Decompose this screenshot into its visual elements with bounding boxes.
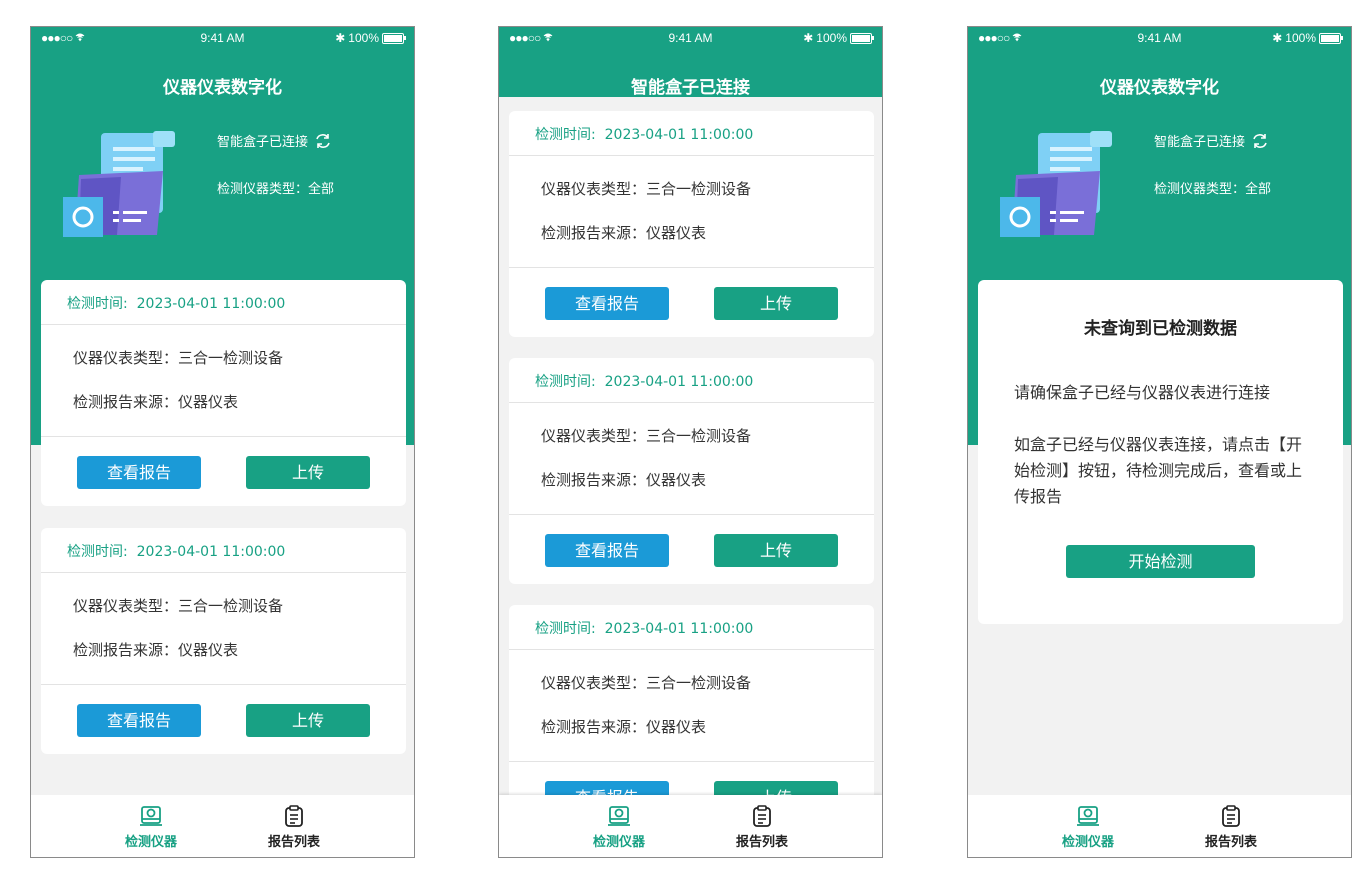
record-card: 检测时间: 2023-04-01 11:00:00 仪器仪表类型：三合一检测设备… (41, 528, 406, 754)
record-actions: 查看报告 上传 (41, 437, 406, 506)
page-title: 仪器仪表数字化 (1100, 78, 1219, 98)
battery-indicator: ✱ 100% (335, 31, 406, 45)
bluetooth-icon: ✱ (803, 31, 814, 45)
tab-reports[interactable]: 报告列表 (722, 805, 802, 850)
bluetooth-icon: ✱ (335, 31, 346, 45)
record-type: 仪器仪表类型：三合一检测设备 (73, 597, 284, 615)
record-type: 仪器仪表类型：三合一检测设备 (541, 674, 752, 692)
record-type: 仪器仪表类型：三合一检测设备 (541, 180, 752, 198)
start-detection-button[interactable]: 开始检测 (1066, 545, 1255, 578)
record-source: 检测报告来源：仪器仪表 (73, 641, 239, 659)
view-report-button[interactable]: 查看报告 (545, 534, 669, 567)
tab-bar: 检测仪器 报告列表 (31, 795, 414, 857)
upload-button[interactable]: 上传 (246, 704, 370, 737)
report-illustration-icon (63, 131, 175, 237)
connection-status: 智能盒子已连接 (217, 131, 332, 150)
refresh-icon[interactable] (1251, 133, 1269, 149)
instrument-icon (140, 806, 162, 826)
record-card: 检测时间: 2023-04-01 11:00:00 仪器仪表类型：三合一检测设备… (41, 280, 406, 506)
record-info: 仪器仪表类型：三合一检测设备 检测报告来源：仪器仪表 (509, 156, 874, 268)
clipboard-icon (753, 805, 771, 827)
record-info: 仪器仪表类型：三合一检测设备 检测报告来源：仪器仪表 (509, 650, 874, 762)
record-source: 检测报告来源：仪器仪表 (541, 224, 707, 242)
tab-instruments[interactable]: 检测仪器 (111, 805, 191, 850)
connection-status: 智能盒子已连接 (1154, 131, 1269, 150)
status-bar: ●●●○○ 9:41 AM ✱ 100% (31, 27, 414, 49)
empty-state-title: 未查询到已检测数据 (1084, 319, 1237, 339)
page-title: 仪器仪表数字化 (163, 78, 282, 98)
battery-indicator: ✱ 100% (803, 31, 874, 45)
instrument-type-filter[interactable]: 检测仪器类型：全部 (217, 178, 334, 197)
record-info: 仪器仪表类型：三合一检测设备 检测报告来源：仪器仪表 (41, 325, 406, 437)
record-source: 检测报告来源：仪器仪表 (541, 718, 707, 736)
tab-reports[interactable]: 报告列表 (1191, 805, 1271, 850)
upload-button[interactable]: 上传 (714, 287, 838, 320)
record-card: 检测时间: 2023-04-01 11:00:00 仪器仪表类型：三合一检测设备… (509, 358, 874, 584)
refresh-icon[interactable] (314, 133, 332, 149)
empty-state-hint: 请确保盒子已经与仪器仪表进行连接 (1014, 383, 1271, 402)
record-time: 检测时间: 2023-04-01 11:00:00 (509, 605, 874, 650)
report-illustration-icon (1000, 131, 1112, 237)
phone-empty-state: ●●●○○ 9:41 AM ✱ 100% 仪器仪表数字化 智能盒子已连接 检测仪器… (967, 26, 1352, 858)
view-report-button[interactable]: 查看报告 (545, 287, 669, 320)
empty-state-instructions: 如盒子已经与仪器仪表连接，请点击【开始检测】按钮，待检测完成后，查看或上传报告 (1014, 435, 1303, 506)
bluetooth-icon: ✱ (1272, 31, 1283, 45)
battery-icon (850, 32, 874, 44)
record-info: 仪器仪表类型：三合一检测设备 检测报告来源：仪器仪表 (509, 403, 874, 515)
record-actions: 查看报告 上传 (509, 515, 874, 584)
battery-indicator: ✱ 100% (1272, 31, 1343, 45)
clipboard-icon (285, 805, 303, 827)
record-type: 仪器仪表类型：三合一检测设备 (73, 349, 284, 367)
tab-bar: 检测仪器 报告列表 (499, 795, 882, 857)
tab-bar: 检测仪器 报告列表 (968, 795, 1351, 857)
view-report-button[interactable]: 查看报告 (77, 456, 201, 489)
instrument-icon (608, 806, 630, 826)
upload-button[interactable]: 上传 (246, 456, 370, 489)
record-info: 仪器仪表类型：三合一检测设备 检测报告来源：仪器仪表 (41, 573, 406, 685)
record-source: 检测报告来源：仪器仪表 (541, 471, 707, 489)
instrument-icon (1077, 806, 1099, 826)
record-actions: 查看报告 上传 (41, 685, 406, 754)
record-time: 检测时间: 2023-04-01 11:00:00 (509, 111, 874, 156)
record-type: 仪器仪表类型：三合一检测设备 (541, 427, 752, 445)
status-bar: ●●●○○ 9:41 AM ✱ 100% (968, 27, 1351, 49)
status-bar: ●●●○○ 9:41 AM ✱ 100% (499, 27, 882, 49)
clipboard-icon (1222, 805, 1240, 827)
empty-state-card: 未查询到已检测数据 请确保盒子已经与仪器仪表进行连接 如盒子已经与仪器仪表连接，… (978, 280, 1343, 624)
record-time: 检测时间: 2023-04-01 11:00:00 (41, 528, 406, 573)
phone-record-list: ●●●○○ 9:41 AM ✱ 100% 智能盒子已连接 检测时间: 2023-0… (498, 26, 883, 858)
view-report-button[interactable]: 查看报告 (77, 704, 201, 737)
tab-reports[interactable]: 报告列表 (254, 805, 334, 850)
battery-icon (382, 32, 406, 44)
record-actions: 查看报告 上传 (509, 268, 874, 337)
phone-home-list: ●●●○○ 9:41 AM ✱ 100% 仪器仪表数字化 智能盒子已连接 检测仪器… (30, 26, 415, 858)
instrument-type-filter[interactable]: 检测仪器类型：全部 (1154, 178, 1271, 197)
upload-button[interactable]: 上传 (714, 534, 838, 567)
record-card: 检测时间: 2023-04-01 11:00:00 仪器仪表类型：三合一检测设备… (509, 111, 874, 337)
record-source: 检测报告来源：仪器仪表 (73, 393, 239, 411)
tab-instruments[interactable]: 检测仪器 (1048, 805, 1128, 850)
tab-instruments[interactable]: 检测仪器 (579, 805, 659, 850)
record-time: 检测时间: 2023-04-01 11:00:00 (41, 280, 406, 325)
record-time: 检测时间: 2023-04-01 11:00:00 (509, 358, 874, 403)
battery-icon (1319, 32, 1343, 44)
page-title: 智能盒子已连接 (631, 78, 750, 98)
